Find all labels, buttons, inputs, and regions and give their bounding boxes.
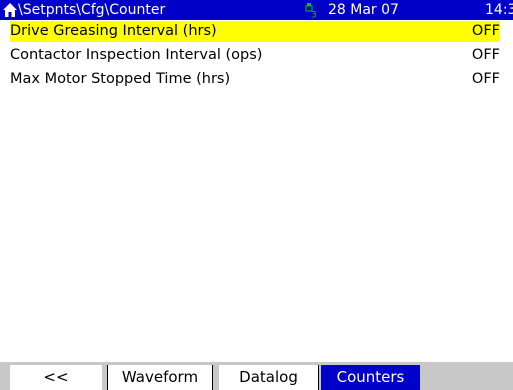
- svg-text:3: 3: [311, 11, 317, 19]
- header-date: 28 Mar 07: [328, 2, 399, 18]
- counters-softkey[interactable]: Counters: [321, 365, 420, 390]
- datalog-softkey[interactable]: Datalog: [219, 365, 319, 390]
- setpoint-value: OFF: [471, 47, 500, 63]
- setpoint-row-contactor-inspection-interval[interactable]: Contactor Inspection Interval (ops) OFF: [10, 45, 500, 66]
- setpoint-value: OFF: [471, 71, 500, 87]
- setpoint-value: OFF: [471, 23, 500, 39]
- header-bar: \Setpnts\Cfg\Counter 3 28 Mar 07 14:30: [0, 0, 513, 20]
- setpoint-label: Max Motor Stopped Time (hrs): [10, 71, 231, 87]
- breadcrumb-path: \Setpnts\Cfg\Counter: [18, 2, 166, 18]
- setpoint-row-max-motor-stopped-time[interactable]: Max Motor Stopped Time (hrs) OFF: [10, 69, 500, 90]
- back-softkey[interactable]: <<: [10, 365, 102, 390]
- header-time: 14:30: [485, 2, 513, 18]
- battery-icon: 3: [305, 3, 317, 19]
- setpoint-row-drive-greasing-interval[interactable]: Drive Greasing Interval (hrs) OFF: [10, 21, 500, 42]
- home-icon[interactable]: [2, 2, 18, 18]
- hmi-screen: \Setpnts\Cfg\Counter 3 28 Mar 07 14:30 D…: [0, 0, 513, 390]
- setpoint-label: Drive Greasing Interval (hrs): [10, 23, 217, 39]
- waveform-softkey[interactable]: Waveform: [107, 365, 213, 390]
- softkey-bar: << Waveform Datalog Counters: [0, 362, 513, 390]
- setpoint-label: Contactor Inspection Interval (ops): [10, 47, 263, 63]
